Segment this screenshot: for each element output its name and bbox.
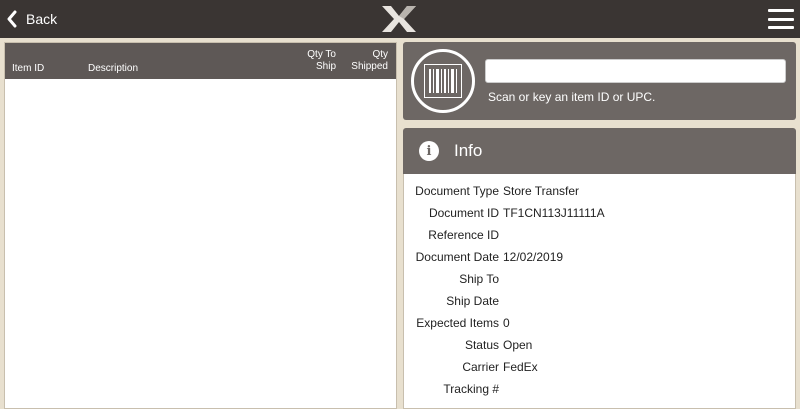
info-row-ship-date: Ship Date bbox=[404, 287, 797, 309]
info-label: Document Type bbox=[415, 184, 499, 198]
scan-hint-text: Scan or key an item ID or UPC. bbox=[488, 90, 656, 104]
info-icon: i bbox=[419, 141, 439, 161]
info-row-document-type: Document Type Store Transfer bbox=[404, 177, 797, 199]
info-section-header: i Info bbox=[403, 128, 796, 174]
info-label: Document Date bbox=[415, 250, 499, 264]
info-row-document-id: Document ID TF1CN113J11111A bbox=[404, 199, 797, 221]
scan-panel: Scan or key an item ID or UPC. bbox=[403, 42, 796, 120]
info-value: Open bbox=[503, 338, 533, 352]
item-id-upc-input[interactable] bbox=[485, 59, 786, 83]
info-row-document-date: Document Date 12/02/2019 bbox=[404, 243, 797, 265]
info-label: Document ID bbox=[428, 206, 499, 220]
info-label: Ship Date bbox=[446, 294, 499, 308]
x-logo-icon bbox=[382, 6, 416, 32]
chevron-left-icon bbox=[7, 10, 17, 28]
barcode-icon bbox=[424, 64, 462, 98]
info-details: Document Type Store Transfer Document ID… bbox=[403, 174, 796, 409]
info-row-carrier: Carrier FedEx bbox=[404, 353, 797, 375]
barcode-scan-button[interactable] bbox=[411, 49, 475, 113]
back-button[interactable]: Back bbox=[6, 0, 57, 38]
column-header-qty-to-ship[interactable]: Qty To Ship bbox=[292, 49, 336, 73]
info-label: Carrier bbox=[462, 360, 499, 374]
hamburger-menu-icon[interactable] bbox=[768, 6, 794, 32]
info-value: FedEx bbox=[503, 360, 538, 374]
info-value: TF1CN113J11111A bbox=[503, 206, 605, 220]
info-value: 0 bbox=[503, 316, 510, 330]
column-header-description[interactable]: Description bbox=[88, 63, 138, 75]
info-row-ship-to: Ship To bbox=[404, 265, 797, 287]
info-label: Status bbox=[464, 338, 499, 352]
info-row-status: Status Open bbox=[404, 331, 797, 353]
column-header-item-id[interactable]: Item ID bbox=[12, 63, 44, 75]
info-label: Ship To bbox=[459, 272, 499, 286]
back-label: Back bbox=[26, 11, 58, 27]
top-bar: Back bbox=[0, 0, 800, 38]
info-title: Info bbox=[454, 141, 483, 160]
items-table: Item ID Description Qty To Ship Qty Ship… bbox=[4, 42, 397, 409]
table-header: Item ID Description Qty To Ship Qty Ship… bbox=[5, 43, 396, 79]
info-row-tracking: Tracking # bbox=[404, 375, 797, 397]
info-value: 12/02/2019 bbox=[503, 250, 564, 264]
column-header-qty-shipped[interactable]: Qty Shipped bbox=[344, 49, 388, 73]
table-body bbox=[5, 79, 396, 408]
info-row-expected-items: Expected Items 0 bbox=[404, 309, 797, 331]
info-label: Reference ID bbox=[428, 228, 499, 242]
info-label: Expected Items bbox=[416, 316, 499, 330]
info-value: Store Transfer bbox=[503, 184, 580, 198]
info-label: Tracking # bbox=[443, 382, 499, 396]
info-row-reference-id: Reference ID bbox=[404, 221, 797, 243]
